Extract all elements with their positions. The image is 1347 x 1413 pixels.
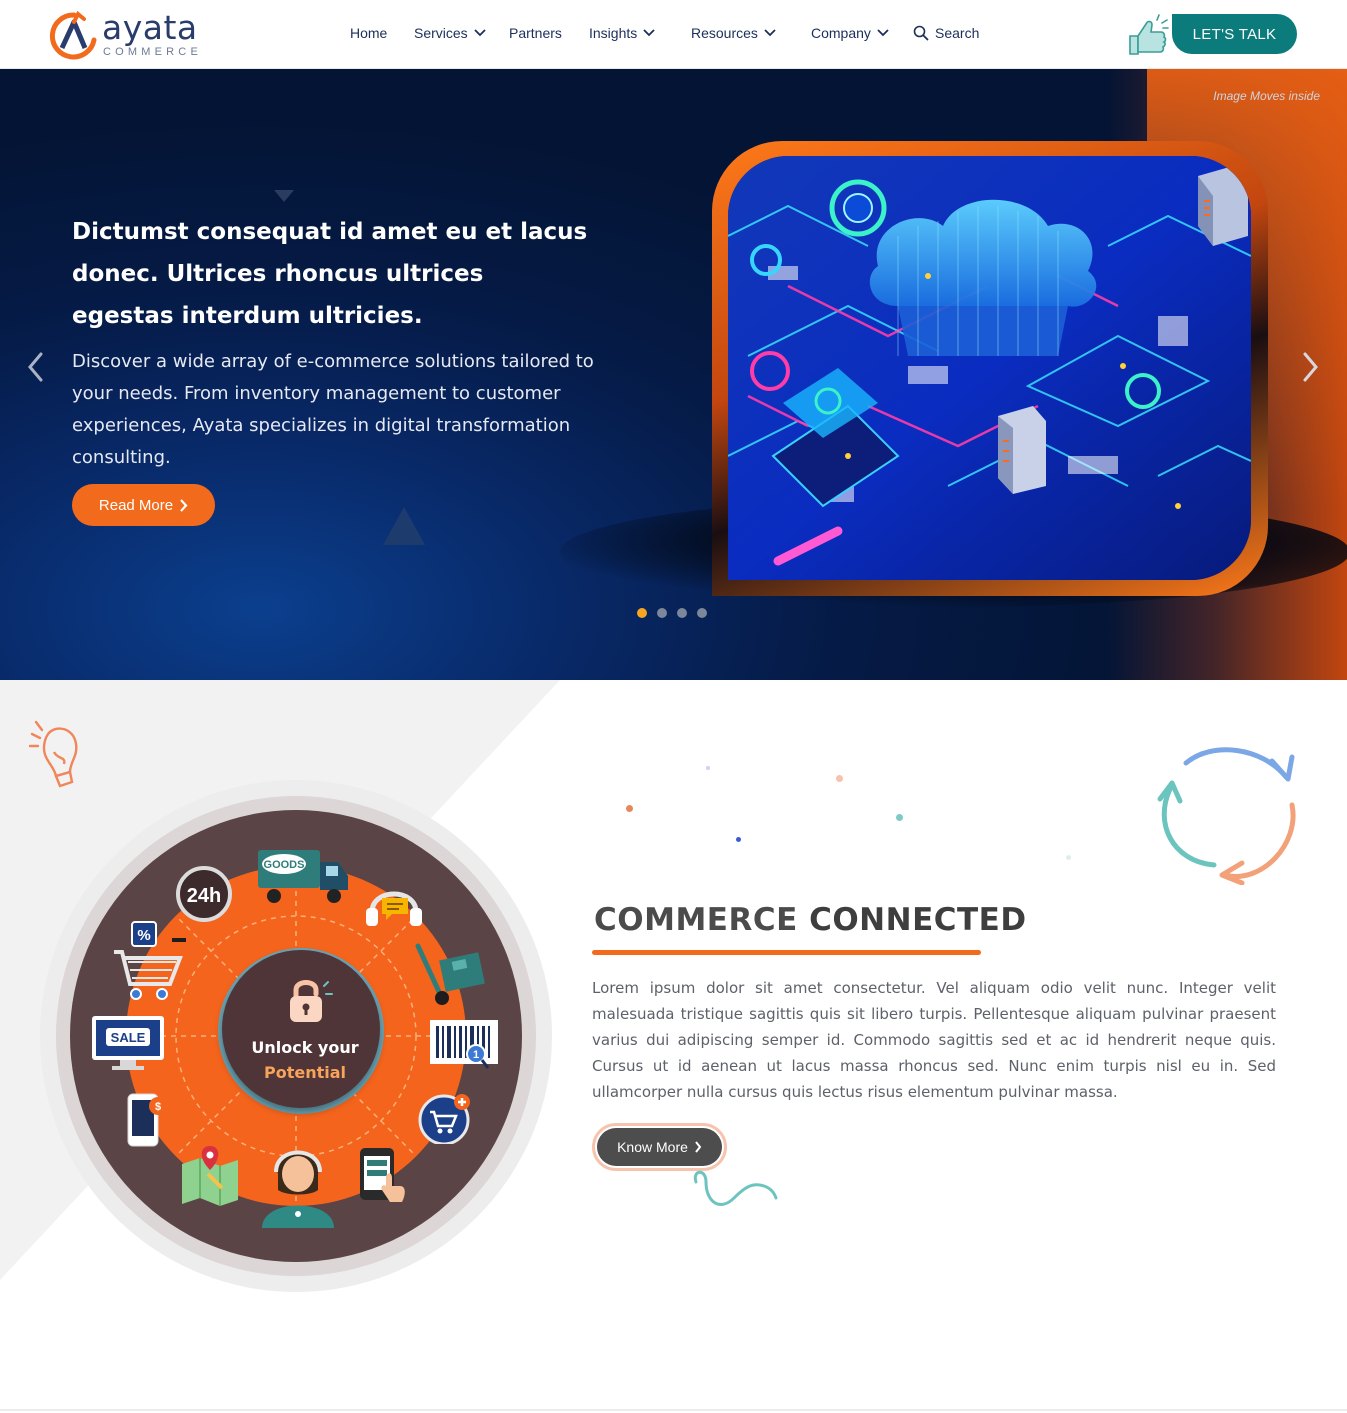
commerce-connected-section: COMMERCE CONNECTED Lorem ipsum dolor sit…	[0, 680, 1347, 1413]
hero-image	[728, 156, 1251, 580]
lock-icon	[290, 980, 333, 1022]
chevron-right-icon	[180, 498, 188, 512]
logo-mark-icon	[49, 10, 97, 60]
carousel-dot-2[interactable]	[657, 608, 667, 618]
nav-search-label: Search	[935, 25, 980, 41]
nav-insights[interactable]: Insights	[589, 25, 655, 41]
unlock-potential-wheel: Unlock your Potential 24h GOODS 1 $ SALE…	[40, 780, 552, 1292]
delivery-truck-icon: GOODS	[258, 850, 348, 903]
nav-resources[interactable]: Resources	[691, 25, 776, 41]
hero-carousel: Image Moves inside Dictumst consequat id…	[0, 69, 1347, 680]
barcode-badge-label: 1	[473, 1049, 479, 1061]
chevron-down-icon	[643, 29, 655, 37]
cart-plus-icon	[418, 1094, 470, 1144]
brand-logo[interactable]: ayata COMMERCE	[48, 8, 218, 60]
section-title-bold: CONNECTED	[809, 902, 1027, 938]
know-more-button[interactable]: Know More	[597, 1128, 722, 1166]
clock-24h-label: 24h	[187, 885, 221, 907]
barcode-scan-icon: 1	[430, 1020, 498, 1069]
search-icon	[913, 25, 929, 41]
read-more-label: Read More	[98, 496, 174, 514]
hand-truck-icon	[415, 943, 485, 1005]
nav-services-label: Services	[414, 25, 468, 41]
headset-chat-icon	[366, 891, 422, 926]
hero-note: Image Moves inside	[1213, 89, 1320, 103]
nav-resources-label: Resources	[691, 25, 758, 41]
nav-search[interactable]: Search	[913, 25, 979, 41]
nav-company[interactable]: Company	[811, 25, 889, 41]
chevron-down-icon	[764, 29, 776, 37]
brand-name: ayata	[102, 8, 198, 47]
nav-home[interactable]: Home	[350, 25, 387, 41]
payment-dollar-label: $	[155, 1101, 161, 1113]
hero-description: Discover a wide array of e-commerce solu…	[72, 351, 594, 468]
section-title-underline	[592, 950, 981, 955]
nav-services[interactable]: Services	[414, 25, 486, 41]
thumbs-up-icon	[1129, 14, 1169, 55]
confetti-dot	[896, 814, 903, 821]
monitor-sale-label: SALE	[111, 1030, 146, 1045]
confetti-dot	[1066, 855, 1071, 860]
confetti-dot	[706, 766, 710, 770]
chevron-down-icon	[474, 29, 486, 37]
section-title-light: COMMERCE	[594, 902, 798, 938]
mobile-tap-icon	[360, 1148, 405, 1202]
squiggle-decoration-icon	[693, 1170, 778, 1206]
brand-tagline: COMMERCE	[103, 46, 202, 58]
site-header: ayata COMMERCE Home Services Partners In…	[0, 0, 1347, 69]
section-bottom-divider	[0, 1409, 1347, 1411]
nav-company-label: Company	[811, 25, 871, 41]
chevron-right-icon	[695, 1141, 702, 1153]
nav-partners-label: Partners	[509, 25, 562, 41]
sale-monitor-icon: SALE	[92, 1016, 164, 1070]
confetti-dot	[736, 837, 741, 842]
carousel-dot-3[interactable]	[677, 608, 687, 618]
section-title: COMMERCE CONNECTED	[594, 902, 1027, 938]
triangle-decoration-icon	[383, 507, 425, 545]
confetti-dot	[626, 805, 633, 812]
nav-insights-label: Insights	[589, 25, 638, 41]
read-more-button[interactable]: Read More	[72, 484, 215, 526]
24h-clock-icon: 24h	[176, 866, 232, 922]
cart-percent-label: %	[137, 927, 150, 944]
carousel-prev-arrow[interactable]	[24, 351, 48, 383]
carousel-dots	[637, 608, 707, 618]
truck-goods-label: GOODS	[264, 859, 305, 871]
confetti-dot	[836, 775, 843, 782]
nav-partners[interactable]: Partners	[509, 25, 562, 41]
wheel-center-line2: Potential	[263, 1063, 347, 1082]
page: ayata COMMERCE Home Services Partners In…	[0, 0, 1347, 1413]
nav-home-label: Home	[350, 25, 388, 41]
cloud-circuit-illustration	[728, 156, 1251, 580]
know-more-label: Know More	[617, 1139, 688, 1155]
map-pin-icon	[182, 1146, 238, 1206]
shopping-cart-discount-icon: %	[114, 921, 186, 1000]
support-agent-icon	[262, 1150, 334, 1228]
carousel-dot-4[interactable]	[697, 608, 707, 618]
carousel-dot-1[interactable]	[637, 608, 647, 618]
carousel-next-arrow[interactable]	[1298, 351, 1322, 383]
hero-title: Dictumst consequat id amet eu et lacus d…	[72, 219, 588, 329]
section-body: Lorem ipsum dolor sit amet consectetur. …	[592, 979, 1276, 1101]
wheel-center-line1: Unlock your	[251, 1038, 359, 1057]
chevron-down-icon	[877, 29, 889, 37]
lets-talk-button[interactable]: LET'S TALK	[1172, 14, 1297, 54]
cycle-arrows-icon	[1157, 747, 1296, 885]
mobile-payment-icon: $	[127, 1093, 167, 1147]
triangle-decoration-icon	[274, 190, 294, 202]
